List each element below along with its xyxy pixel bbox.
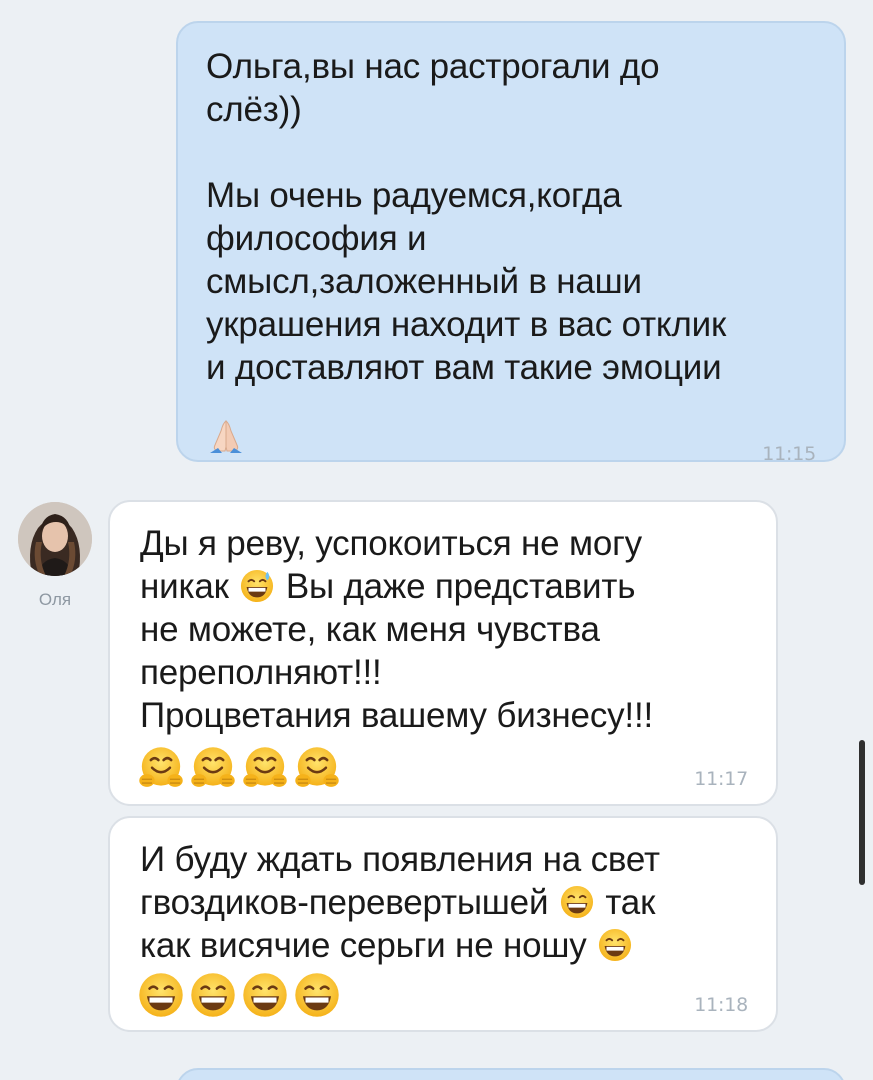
message-text-part: гвоздиков-перевертышей (140, 883, 549, 922)
avatar[interactable] (18, 502, 92, 576)
grinning-face-emoji-icon (190, 972, 236, 1018)
outgoing-message-bubble[interactable]: Ольга,вы нас растрогали до слёз)) Мы оче… (176, 21, 846, 465)
grinning-face-emoji-icon (138, 972, 184, 1018)
message-text-part: И буду ждать появления на свет (140, 840, 660, 879)
grinning-face-emoji-icon (560, 885, 594, 919)
grinning-face-emoji-icon (294, 972, 340, 1018)
hugging-face-emoji-icon (138, 746, 184, 792)
incoming-message-bubble[interactable]: Ды я реву, успокоиться не могу никак Вы … (108, 500, 778, 806)
message-text-part: так (605, 883, 656, 922)
emoji-row (138, 746, 340, 792)
avatar-image (18, 502, 92, 576)
message-text: И буду ждать появления на свет гвоздиков… (140, 838, 760, 967)
outgoing-message-bubble-partial[interactable] (176, 1068, 846, 1080)
hugging-face-emoji-icon (242, 746, 288, 792)
folded-hands-emoji-icon (208, 419, 244, 455)
grinning-face-emoji-icon (598, 928, 632, 962)
chat-screen: Ольга,вы нас растрогали до слёз)) Мы оче… (0, 0, 873, 1080)
hugging-face-emoji-icon (190, 746, 236, 792)
message-text-part: как висячие серьги не ношу (140, 926, 587, 965)
grinning-face-emoji-icon (242, 972, 288, 1018)
message-timestamp: 11:15 (762, 443, 816, 465)
hugging-face-emoji-icon (294, 746, 340, 792)
message-timestamp: 11:18 (694, 994, 748, 1016)
grinning-sweat-emoji-icon (240, 569, 274, 603)
message-timestamp: 11:17 (694, 768, 748, 790)
incoming-message-bubble[interactable]: И буду ждать появления на свет гвоздиков… (108, 816, 778, 1032)
scrollbar[interactable] (859, 740, 865, 885)
sender-name: Оля (38, 590, 72, 609)
emoji-row (138, 972, 340, 1018)
message-text: Ольга,вы нас растрогали до слёз)) Мы оче… (206, 47, 727, 387)
message-text: Ды я реву, успокоиться не могу никак Вы … (140, 522, 760, 737)
